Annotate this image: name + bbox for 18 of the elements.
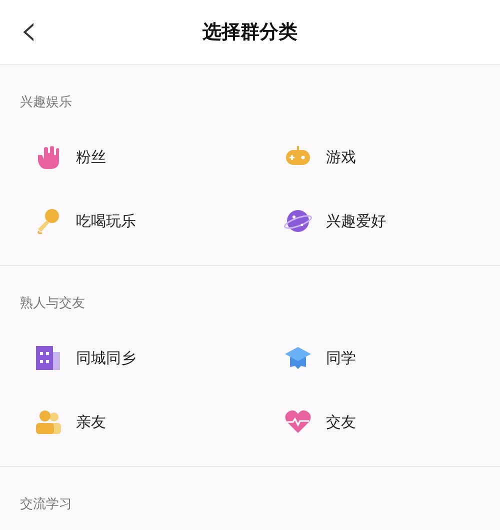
- category-item[interactable]: 交友: [326, 412, 356, 432]
- people-icon: [34, 408, 62, 436]
- back-button[interactable]: ‹: [14, 14, 44, 48]
- graduation-cap-icon: [284, 344, 312, 372]
- building-icon: [34, 344, 62, 372]
- planet-icon: [284, 207, 312, 235]
- category-item[interactable]: 游戏: [326, 148, 356, 166]
- heart-icon: [284, 408, 312, 436]
- page-title: 选择群分类: [202, 20, 298, 45]
- category-item[interactable]: 吃喝玩乐: [76, 212, 136, 230]
- section-title: 熟人与交友: [19, 295, 86, 313]
- section-title: 交流学习: [19, 496, 73, 514]
- category-item[interactable]: 同城同乡: [76, 348, 136, 368]
- category-item[interactable]: 兴趣爱好: [326, 212, 386, 230]
- category-item[interactable]: 亲友: [76, 412, 106, 432]
- category-item[interactable]: 粉丝: [76, 148, 106, 166]
- section-title: 兴趣娱乐: [19, 94, 73, 112]
- category-item[interactable]: 同学: [326, 348, 356, 368]
